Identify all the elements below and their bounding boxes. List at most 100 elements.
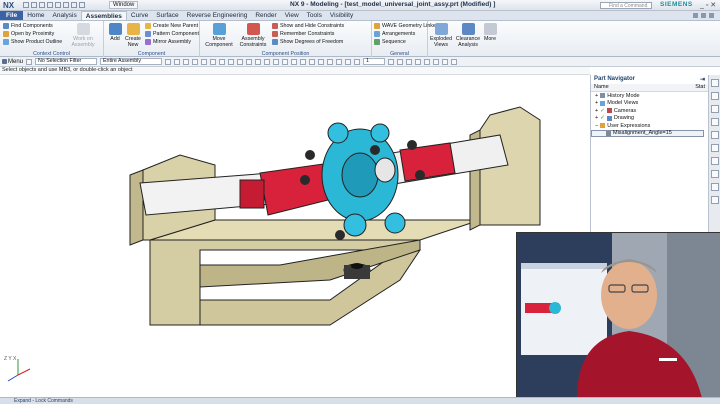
web-browser-icon[interactable]	[711, 144, 719, 152]
nav-node-history-mode[interactable]: + History Mode	[591, 92, 708, 100]
create-new-button[interactable]: Create New	[123, 23, 143, 48]
view-icon-4[interactable]	[415, 58, 422, 65]
snap-icon-20[interactable]	[336, 58, 343, 65]
nav-node-drawing[interactable]: + ✓ Drawing	[591, 115, 708, 123]
view-icon-5[interactable]	[424, 58, 431, 65]
remember-constraints-button[interactable]: Remember Constraints	[272, 31, 334, 37]
snap-icon-2[interactable]	[174, 58, 181, 65]
selection-filter-dropdown[interactable]: No Selection Filter	[35, 58, 98, 65]
save-icon[interactable]	[23, 2, 29, 8]
exploded-views-button[interactable]: Exploded Views	[428, 23, 454, 48]
nav-node-user-expressions[interactable]: − User Expressions	[591, 122, 708, 130]
copy-icon[interactable]	[55, 2, 61, 8]
snap-icon-7[interactable]	[219, 58, 226, 65]
menu-dropdown-icon[interactable]	[26, 58, 33, 65]
menu-button[interactable]: Menu	[2, 59, 23, 65]
tab-view[interactable]: View	[281, 11, 303, 20]
arrangements-button[interactable]: Arrangements	[374, 31, 415, 37]
snap-icon-1[interactable]	[165, 58, 172, 65]
tab-surface[interactable]: Surface	[152, 11, 182, 20]
view-icon-8[interactable]	[451, 58, 458, 65]
tab-file[interactable]: File	[0, 11, 24, 20]
more-button[interactable]: More	[482, 23, 498, 42]
snap-icon-13[interactable]	[273, 58, 280, 65]
tab-reverse-engineering[interactable]: Reverse Engineering	[183, 11, 252, 20]
snap-icon-19[interactable]	[327, 58, 334, 65]
snap-icon-14[interactable]	[282, 58, 289, 65]
mirror-assembly-button[interactable]: Mirror Assembly	[145, 39, 191, 45]
assembly-constraints-button[interactable]: Assembly Constraints	[236, 23, 270, 48]
snap-icon-9[interactable]	[237, 58, 244, 65]
selection-scope-dropdown[interactable]: Entire Assembly	[100, 58, 163, 65]
tab-home[interactable]: Home	[23, 11, 48, 20]
expand-icon[interactable]: +	[595, 115, 598, 121]
col-status[interactable]: Stat	[695, 84, 705, 91]
pin-icon[interactable]: ⇥	[700, 76, 705, 83]
snap-icon-5[interactable]	[201, 58, 208, 65]
hd3d-tools-icon[interactable]	[711, 131, 719, 139]
snap-icon-18[interactable]	[318, 58, 325, 65]
assembly-navigator-icon[interactable]	[711, 79, 719, 87]
tab-analysis[interactable]: Analysis	[49, 11, 81, 20]
snap-icon-4[interactable]	[192, 58, 199, 65]
expand-icon[interactable]: +	[595, 108, 598, 114]
snap-icon-8[interactable]	[228, 58, 235, 65]
snap-icon-3[interactable]	[183, 58, 190, 65]
open-by-proximity-button[interactable]: Open by Proximity	[3, 31, 54, 37]
tab-render[interactable]: Render	[251, 11, 280, 20]
move-component-button[interactable]: Move Component	[204, 23, 234, 48]
tab-assemblies[interactable]: Assemblies	[80, 11, 127, 20]
snap-icon-15[interactable]	[291, 58, 298, 65]
window-menu[interactable]: Window	[109, 1, 139, 9]
history-icon[interactable]	[711, 157, 719, 165]
expand-icon[interactable]: +	[595, 100, 598, 106]
work-on-assembly-button[interactable]: Work on Assembly	[66, 23, 100, 48]
view-icon-7[interactable]	[442, 58, 449, 65]
constraint-navigator-icon[interactable]	[711, 92, 719, 100]
snap-icon-21[interactable]	[345, 58, 352, 65]
create-new-parent-button[interactable]: Create New Parent	[145, 23, 198, 29]
graphics-window[interactable]: Z Y X	[0, 75, 590, 397]
process-studio-icon[interactable]	[711, 183, 719, 191]
pattern-component-button[interactable]: Pattern Component	[145, 31, 199, 37]
help-icon[interactable]	[693, 13, 698, 18]
find-components-button[interactable]: Find Components	[3, 23, 53, 29]
cut-icon[interactable]	[47, 2, 53, 8]
minimize-ribbon-icon[interactable]	[701, 13, 706, 18]
snap-icon-11[interactable]	[255, 58, 262, 65]
nav-node-cameras[interactable]: + ✓ Cameras	[591, 107, 708, 115]
paste-icon[interactable]	[63, 2, 69, 8]
show-hide-constraints-button[interactable]: Show and Hide Constraints	[272, 23, 344, 29]
layer-dropdown[interactable]: 1	[363, 58, 386, 65]
snap-icon-17[interactable]	[309, 58, 316, 65]
view-icon-6[interactable]	[433, 58, 440, 65]
view-icon-1[interactable]	[388, 58, 395, 65]
close-part-icon[interactable]	[709, 13, 714, 18]
sequence-button[interactable]: Sequence	[374, 39, 406, 45]
snap-icon-16[interactable]	[300, 58, 307, 65]
reuse-library-icon[interactable]	[711, 118, 719, 126]
show-dof-button[interactable]: Show Degrees of Freedom	[272, 39, 343, 45]
add-component-button[interactable]: Add	[107, 23, 123, 42]
expand-icon[interactable]: +	[595, 93, 598, 99]
col-name[interactable]: Name	[594, 84, 609, 91]
model-canvas[interactable]	[0, 75, 590, 397]
tab-curve[interactable]: Curve	[127, 11, 152, 20]
view-icon-3[interactable]	[406, 58, 413, 65]
nav-node-model-views[interactable]: + Model Views	[591, 100, 708, 108]
command-search-input[interactable]: Find a Command	[600, 2, 652, 9]
repeat-icon[interactable]	[71, 2, 77, 8]
expression-misalignment-angle[interactable]: Misalignment_Angle=15	[591, 129, 704, 137]
check-icon[interactable]: ✓	[600, 115, 605, 121]
system-materials-icon[interactable]	[711, 170, 719, 178]
snap-icon-6[interactable]	[210, 58, 217, 65]
snap-icon-22[interactable]	[354, 58, 361, 65]
tab-visibility[interactable]: Visibility	[326, 11, 357, 20]
window-controls[interactable]: _ ▫ ✕	[700, 1, 716, 9]
snap-icon-12[interactable]	[264, 58, 271, 65]
part-navigator-icon[interactable]	[711, 105, 719, 113]
undo-icon[interactable]	[31, 2, 37, 8]
clearance-analysis-button[interactable]: Clearance Analysis	[454, 23, 482, 48]
collapse-icon[interactable]: −	[595, 123, 598, 129]
touch-mode-icon[interactable]	[79, 2, 85, 8]
